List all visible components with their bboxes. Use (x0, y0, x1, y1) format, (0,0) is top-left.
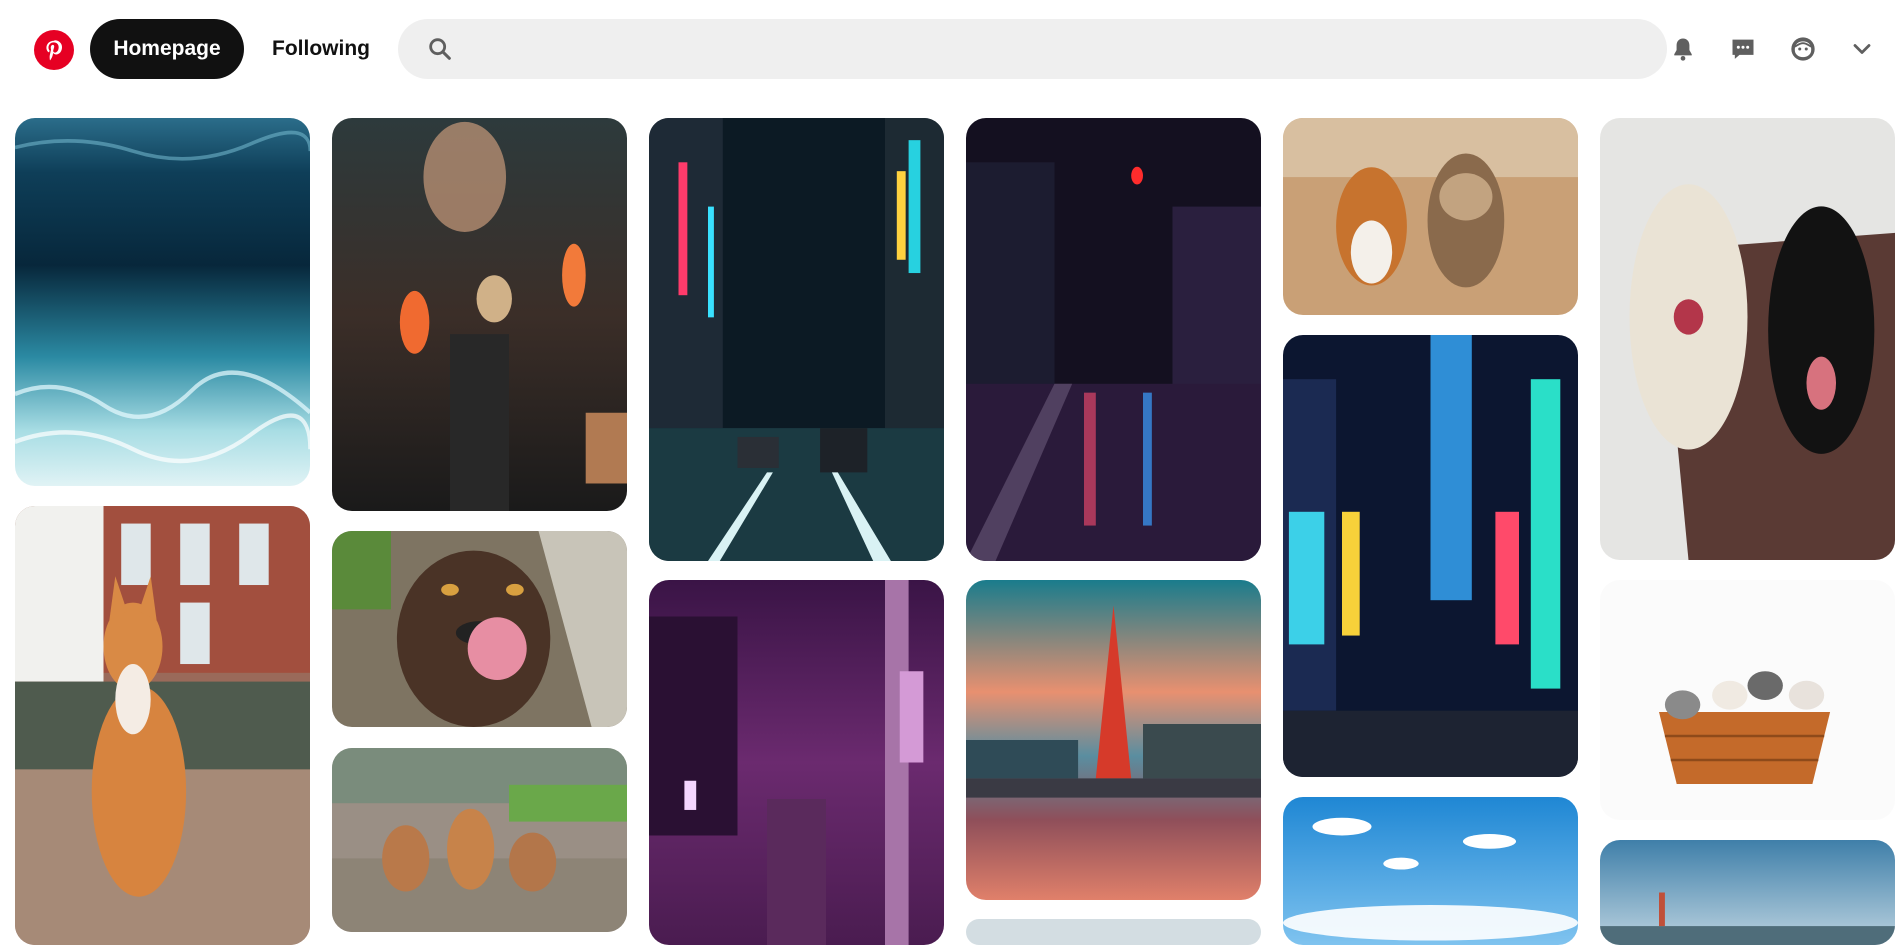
pin-tokyo-tower-sunset[interactable] (966, 580, 1261, 900)
avatar-icon (1791, 37, 1815, 61)
puppies-image (332, 748, 627, 932)
tab-following[interactable]: Following (256, 19, 386, 79)
pin-two-dogs-on-rug[interactable] (1600, 118, 1895, 560)
wet-road-image (966, 118, 1261, 561)
kittens-image (1600, 580, 1895, 820)
pin-cat-on-bricks[interactable] (15, 506, 310, 945)
cat-image (15, 506, 310, 945)
pin-alley-lanterns[interactable] (332, 118, 627, 511)
pin-purple-neon-alley[interactable] (649, 580, 944, 945)
lab-dog-image (332, 531, 627, 727)
two-dogs-image (1600, 118, 1895, 560)
profile-button[interactable] (1779, 25, 1827, 73)
pinterest-p-icon (46, 40, 63, 61)
pin-neon-street-taxis[interactable] (649, 118, 944, 561)
pinterest-logo-icon[interactable] (34, 30, 74, 70)
pin-wet-road-night[interactable] (966, 118, 1261, 561)
pin-sky-bottom[interactable] (966, 919, 1261, 945)
notifications-button[interactable] (1659, 25, 1707, 73)
tab-homepage-label: Homepage (113, 37, 221, 60)
tab-following-label: Following (272, 37, 370, 60)
pin-blue-sky-skyline[interactable] (1283, 797, 1578, 945)
search-bar[interactable] (398, 18, 1667, 80)
chevron-down-icon (1853, 44, 1871, 54)
neon-street-image (649, 118, 944, 561)
tab-homepage[interactable]: Homepage (90, 19, 244, 79)
corgi-image (1283, 118, 1578, 315)
pin-grid (0, 0, 1899, 945)
pin-shinjuku-neon[interactable] (1283, 335, 1578, 777)
pin-chocolate-lab[interactable] (332, 531, 627, 727)
alley-image (332, 118, 627, 511)
tokyo-tower-image (966, 580, 1261, 900)
pin-corgi-and-terrier[interactable] (1283, 118, 1578, 315)
shinjuku-image (1283, 335, 1578, 777)
search-icon (429, 38, 451, 60)
bell-icon (1674, 38, 1692, 61)
skyline-image (1283, 797, 1578, 945)
pin-kittens-in-basket[interactable] (1600, 580, 1895, 820)
chat-icon (1732, 39, 1754, 59)
messages-button[interactable] (1719, 25, 1767, 73)
search-input[interactable] (454, 18, 1667, 80)
pin-three-puppies[interactable] (332, 748, 627, 932)
account-menu-button[interactable] (1838, 25, 1886, 73)
pin-underwater[interactable] (15, 118, 310, 486)
pin-tokyo-skyline-clouds[interactable] (1600, 840, 1895, 945)
top-navigation-bar: Homepage Following (0, 0, 1899, 100)
purple-alley-image (649, 580, 944, 945)
sky-image (966, 919, 1261, 945)
tokyo-skyline-image (1600, 840, 1895, 945)
underwater-image (15, 118, 310, 486)
